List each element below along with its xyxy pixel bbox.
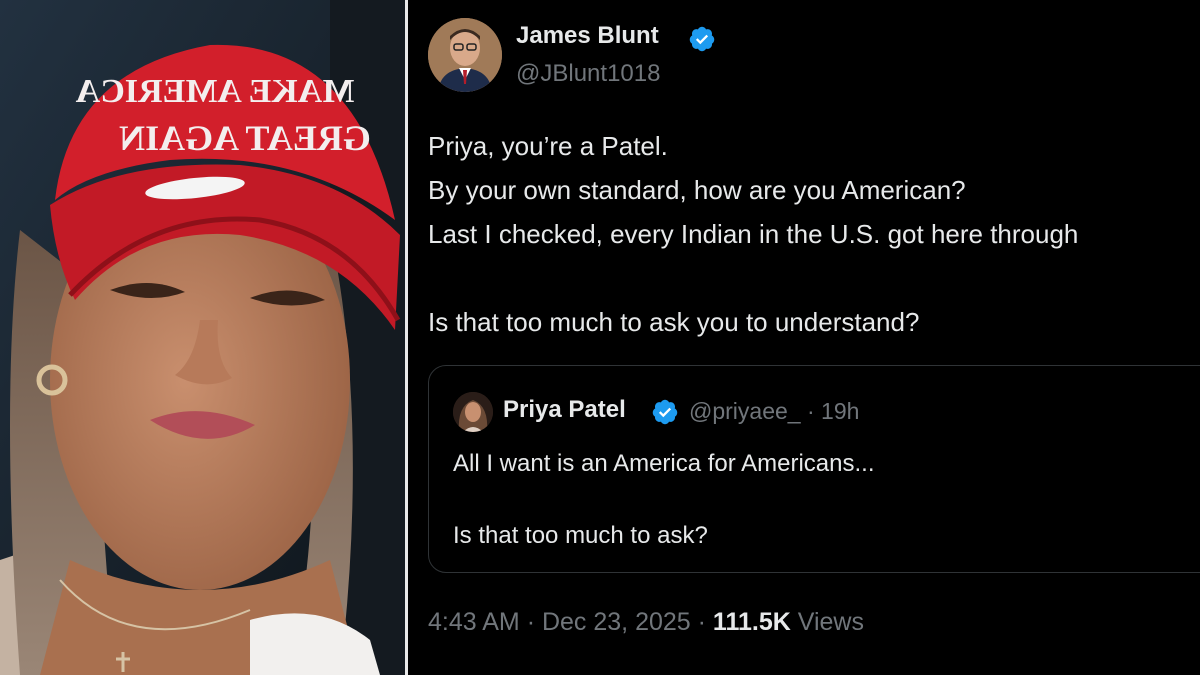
tweet-line: Last I checked, every Indian in the U.S.…: [428, 219, 1079, 249]
quoted-body: All I want is an America for Americans..…: [453, 446, 1200, 554]
verified-badge-icon: [689, 26, 715, 52]
quoted-line: Is that too much to ask?: [453, 522, 708, 549]
footer-separator: ·: [697, 608, 706, 636]
quoted-handle[interactable]: @priyaee_: [689, 398, 801, 424]
selfie-illustration: MAKE AMERICA GREAT AGAIN: [0, 0, 405, 675]
post-date[interactable]: Dec 23, 2025: [542, 608, 691, 636]
quoted-avatar-image: [453, 392, 493, 432]
quoted-line: All I want is an America for Americans..…: [453, 450, 875, 477]
tweet-footer: 4:43 AM · Dec 23, 2025 · 111.5K Views: [428, 608, 864, 637]
svg-text:GREAT AGAIN: GREAT AGAIN: [119, 118, 371, 158]
quoted-avatar[interactable]: [453, 392, 493, 432]
quoted-verified-badge-icon: [652, 399, 678, 425]
footer-separator: ·: [526, 608, 536, 636]
views-count[interactable]: 111.5K: [713, 608, 791, 636]
tweet-line: By your own standard, how are you Americ…: [428, 175, 966, 205]
author-handle[interactable]: @JBlunt1018: [516, 60, 660, 88]
quoted-author-name[interactable]: Priya Patel: [503, 396, 626, 424]
quoted-time[interactable]: 19h: [821, 398, 859, 424]
svg-text:MAKE AMERICA: MAKE AMERICA: [75, 73, 354, 110]
tweet-card: James Blunt @JBlunt1018 Priya, you’re a …: [408, 0, 1200, 675]
author-name[interactable]: James Blunt: [516, 22, 659, 50]
tweet-line: Priya, you’re a Patel.: [428, 131, 668, 161]
quoted-meta: @priyaee_ · 19h: [689, 398, 859, 425]
post-time[interactable]: 4:43 AM: [428, 608, 520, 636]
author-avatar-image: [428, 18, 502, 92]
quoted-line-blank: [453, 482, 1200, 518]
author-avatar[interactable]: [428, 18, 502, 92]
views-label: Views: [797, 608, 864, 636]
tweet-body: Priya, you’re a Patel. By your own stand…: [428, 124, 1200, 344]
tweet-line: Is that too much to ask you to understan…: [428, 307, 920, 337]
meta-separator: ·: [806, 398, 815, 424]
selfie-photo: MAKE AMERICA GREAT AGAIN: [0, 0, 405, 675]
quoted-tweet[interactable]: Priya Patel @priyaee_ · 19h All I want i…: [428, 365, 1200, 573]
